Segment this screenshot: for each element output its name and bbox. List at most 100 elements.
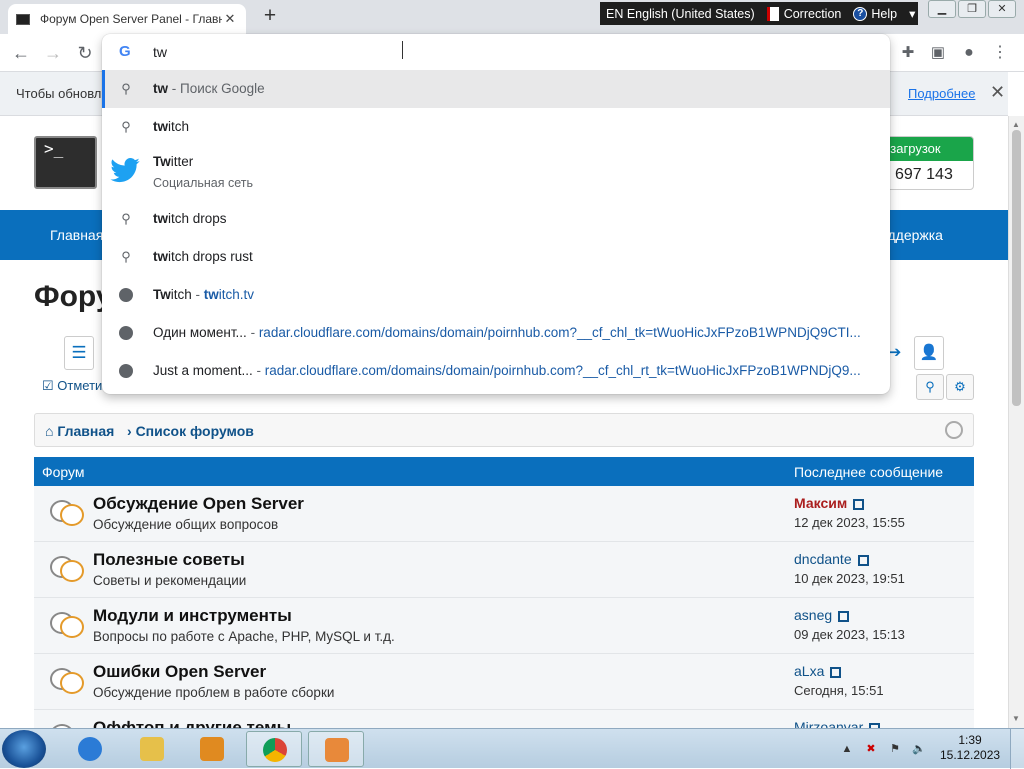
suggestion-text: twitch drops rust (153, 249, 253, 264)
address-bar[interactable]: G tw (102, 34, 890, 70)
last-post-time: 09 дек 2023, 15:13 (794, 627, 905, 642)
windows-taskbar: ▲ ✖ ⚑ 🔈 1:39 15.12.2023 (0, 728, 1024, 769)
action-center-icon[interactable]: ⚑ (888, 742, 902, 756)
extensions-icon[interactable]: ✚ (893, 38, 923, 68)
profile-icon[interactable]: ● (954, 38, 984, 68)
language-bar: EN English (United States) Correction ? H… (600, 2, 918, 25)
media-player-icon[interactable] (184, 731, 240, 767)
forum-table-header: Форум Последнее сообщение (34, 457, 974, 486)
last-post-author[interactable]: dncdante (794, 551, 869, 567)
forum-row: Модули и инструменты Вопросы по работе с … (34, 598, 974, 654)
forward-arrow-icon[interactable]: → (38, 38, 68, 68)
omnibox-suggestion[interactable]: Один момент... - radar.cloudflare.com/do… (102, 314, 890, 352)
omnibox-suggestion[interactable]: Twitter Социальная сеть (102, 146, 890, 200)
side-panel-icon[interactable]: ▣ (923, 38, 953, 68)
forum-title-link[interactable]: Полезные советы (93, 550, 245, 570)
help-icon: ? (853, 6, 868, 21)
minimize-icon[interactable]: ▁ (928, 0, 956, 18)
suggestion-text: tw - Поиск Google (153, 81, 265, 96)
volume-icon[interactable]: 🔈 (912, 742, 926, 756)
tray-expand-icon[interactable]: ▲ (840, 742, 854, 756)
language-label: EN English (United States) (606, 6, 755, 21)
search-icon[interactable]: ⚲ (916, 374, 944, 400)
site-logo[interactable]: >_ (34, 136, 97, 189)
globe-icon (118, 325, 134, 341)
last-post-author[interactable]: Mirzoanvar (794, 719, 881, 728)
goto-post-icon[interactable] (830, 666, 842, 678)
forum-title-link[interactable]: Модули и инструменты (93, 606, 292, 626)
goto-post-icon[interactable] (838, 610, 850, 622)
infobar-close-icon[interactable]: ✕ (990, 82, 1005, 103)
help-label: Help (871, 6, 898, 21)
tray-clock[interactable]: 1:39 15.12.2023 (940, 733, 1000, 763)
author-name: Mirzoanvar (794, 719, 864, 728)
mark-read-link[interactable]: ☑ Отмети (42, 378, 102, 394)
scroll-up-icon[interactable]: ▲ (1012, 120, 1020, 129)
tab-strip: Форум Open Server Panel - Главная ✕ + EN… (0, 0, 1024, 34)
scroll-down-icon[interactable]: ▼ (1012, 714, 1020, 723)
forum-row: Ошибки Open Server Обсуждение проблем в р… (34, 654, 974, 710)
forum-title-link[interactable]: Оффтоп и другие темы (93, 718, 291, 728)
forum-bubbles-icon (48, 668, 86, 698)
show-desktop-button[interactable] (1010, 729, 1024, 769)
app-a-icon[interactable] (308, 731, 364, 767)
google-icon: G (119, 43, 131, 60)
suggestion-text: Один момент... - radar.cloudflare.com/do… (153, 325, 861, 340)
register-user-icon[interactable]: 👤 (914, 336, 944, 370)
clock-icon (945, 421, 963, 439)
forum-title-link[interactable]: Обсуждение Open Server (93, 494, 304, 514)
last-post-author[interactable]: Максим (794, 495, 865, 511)
file-explorer-icon[interactable] (124, 731, 180, 767)
breadcrumb-forum-list[interactable]: › Список форумов (127, 423, 254, 439)
omnibox-suggestion[interactable]: ⚲ twitch (102, 108, 890, 146)
search-icon: ⚲ (121, 211, 131, 226)
language-selector[interactable]: EN English (United States) (600, 7, 761, 21)
help-button[interactable]: ? Help (847, 6, 903, 21)
author-name: dncdante (794, 551, 852, 567)
forum-title-link[interactable]: Ошибки Open Server (93, 662, 266, 682)
correction-button[interactable]: Correction (761, 6, 848, 21)
page-scrollbar[interactable]: ▲ ▼ (1008, 116, 1024, 728)
omnibox-suggestion[interactable]: ⚲ tw - Поиск Google (102, 70, 890, 108)
header-last-post: Последнее сообщение (794, 464, 944, 480)
kebab-menu-icon[interactable]: ⋮ (985, 38, 1015, 68)
network-icon[interactable]: ✖ (864, 742, 878, 756)
globe-icon (118, 363, 134, 379)
address-input[interactable]: tw (153, 44, 167, 60)
last-post-author[interactable]: asneg (794, 607, 850, 623)
breadcrumb: ⌂ Главная › Список форумов (34, 413, 974, 447)
forum-description: Обсуждение общих вопросов (93, 517, 279, 532)
forum-row: Оффтоп и другие темы Mirzoanvar (34, 710, 974, 728)
reload-icon[interactable]: ↻ (70, 38, 100, 68)
omnibox-suggestion[interactable]: ⚲ twitch drops rust (102, 238, 890, 276)
tray-date: 15.12.2023 (940, 748, 1001, 762)
language-bar-menu-icon[interactable]: ▾ (903, 6, 921, 21)
browser-tab[interactable]: Форум Open Server Panel - Главная ✕ (8, 4, 246, 34)
correction-icon (766, 6, 779, 21)
hamburger-menu-icon[interactable]: ☰ (64, 336, 94, 370)
omnibox-suggestion[interactable]: Twitch - twitch.tv (102, 276, 890, 314)
omnibox-suggestion[interactable]: Just a moment... - radar.cloudflare.com/… (102, 352, 890, 390)
nav-home-link[interactable]: Главная (50, 227, 103, 243)
close-window-icon[interactable]: ✕ (988, 0, 1016, 18)
last-post-author[interactable]: aLxa (794, 663, 842, 679)
goto-post-icon[interactable] (853, 498, 865, 510)
restore-icon[interactable]: ❐ (958, 0, 986, 18)
infobar-more-link[interactable]: Подробнее (908, 86, 975, 101)
chrome-icon[interactable] (246, 731, 302, 767)
new-tab-button[interactable]: + (258, 4, 282, 28)
last-post-time: Сегодня, 15:51 (794, 683, 884, 698)
suggestion-subtitle: Социальная сеть (153, 176, 253, 190)
goto-post-icon[interactable] (857, 554, 869, 566)
scrollbar-thumb[interactable] (1012, 130, 1021, 406)
advanced-search-gear-icon[interactable]: ⚙ (946, 374, 974, 400)
tab-close-icon[interactable]: ✕ (222, 11, 238, 27)
forum-bubbles-icon (48, 612, 86, 642)
internet-explorer-icon[interactable] (62, 731, 118, 767)
suggestion-text: Twitter (153, 154, 194, 169)
header-forum: Форум (42, 464, 85, 480)
breadcrumb-home[interactable]: ⌂ Главная (45, 423, 114, 439)
omnibox-suggestion[interactable]: ⚲ twitch drops (102, 200, 890, 238)
start-button[interactable] (2, 730, 46, 768)
back-arrow-icon[interactable]: ← (6, 38, 36, 68)
